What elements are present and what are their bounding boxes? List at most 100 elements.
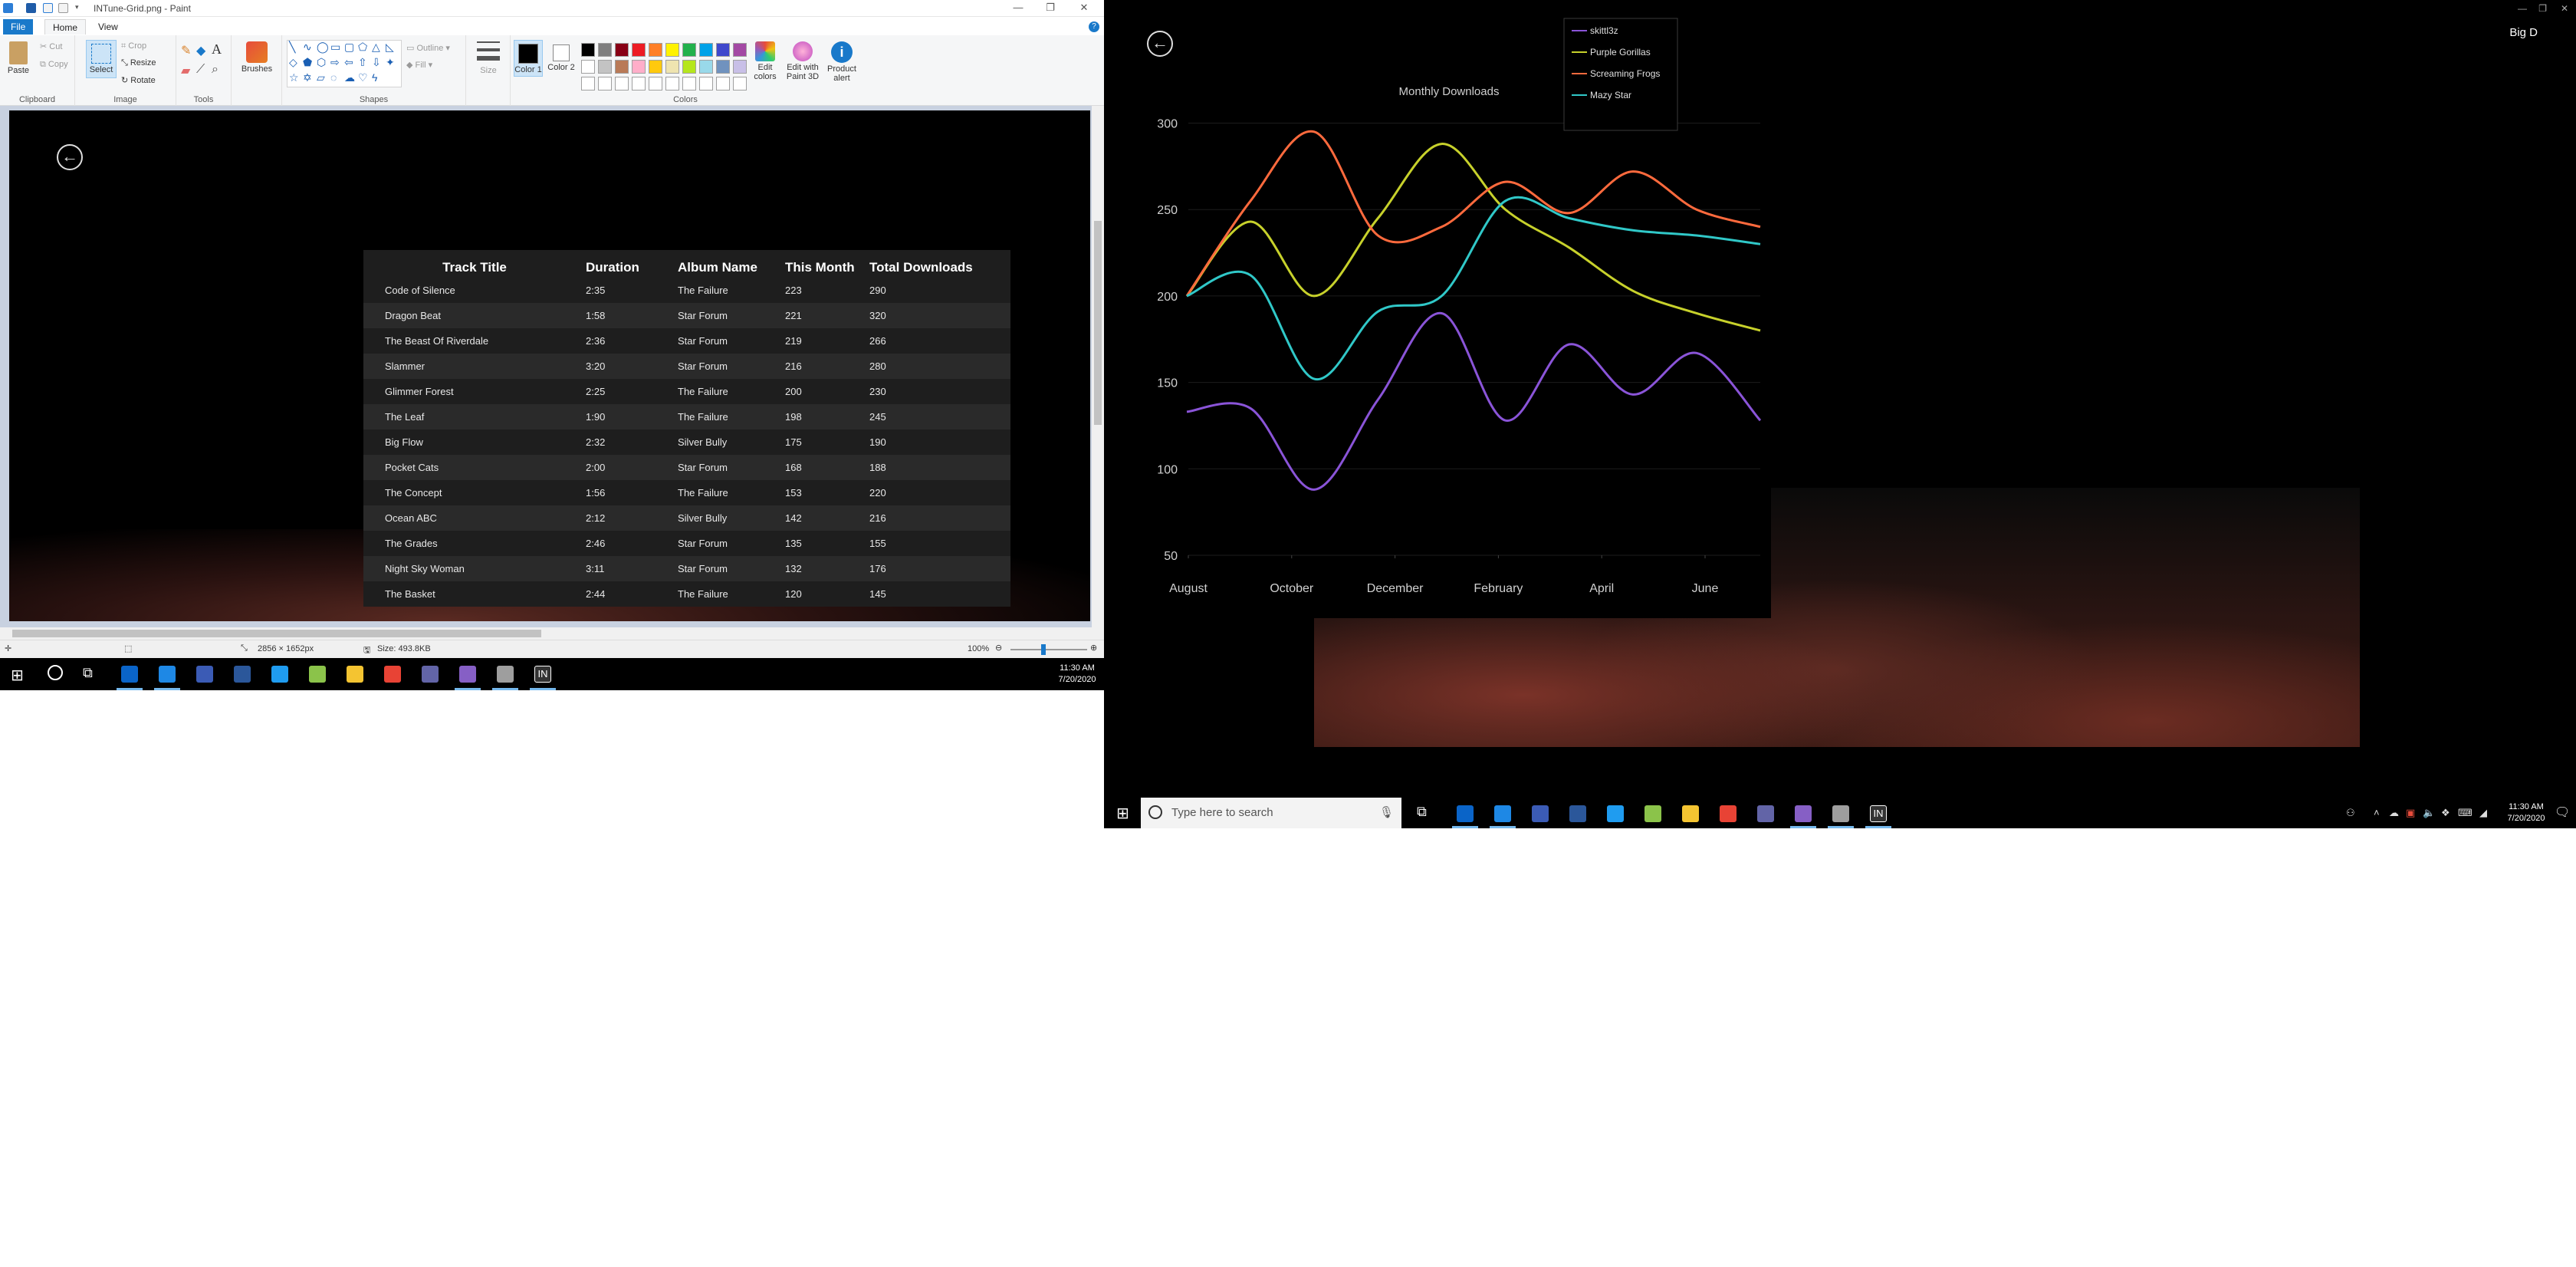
back-arrow-icon[interactable]: ← [1147,31,1173,57]
rotate-button[interactable]: ↻ Rotate [121,75,156,85]
word-icon[interactable] [1569,805,1586,822]
palette-swatch-empty[interactable] [632,77,646,90]
table-row[interactable]: The Concept 1:56 The Failure 153 220 [363,480,1010,505]
palette-swatch[interactable] [581,43,595,57]
edge-icon[interactable] [159,666,176,683]
zoom-out-button[interactable]: ⊖ [995,643,1002,653]
close-button[interactable]: ✕ [1073,1,1095,15]
table-row[interactable]: Pocket Cats 2:00 Star Forum 168 188 [363,455,1010,480]
palette-swatch[interactable] [733,60,747,74]
product-alert-button[interactable]: i Product alert [825,41,859,83]
palette-swatch[interactable] [716,60,730,74]
table-row[interactable]: The Basket 2:44 The Failure 120 145 [363,581,1010,607]
size-button[interactable]: Size [472,41,504,75]
curve-shape-icon[interactable]: ∿ [303,41,312,54]
column-header-total-downloads[interactable]: Total Downloads [869,250,1010,278]
microphone-icon[interactable]: 🎙 [1379,805,1394,819]
fill-button[interactable]: ◆ Fill ▾ [406,60,432,70]
left-arrow-shape-icon[interactable]: ⇦ [344,56,353,69]
paste-button[interactable]: Paste [3,41,34,75]
resize-button[interactable]: ⤡ Resize [121,58,156,68]
chrome-icon[interactable] [384,666,401,683]
chrome-icon[interactable] [1720,805,1737,822]
maximize-button[interactable]: ❐ [1040,1,1061,15]
triangle-shape-icon[interactable]: △ [372,41,380,54]
lightning-shape-icon[interactable]: ϟ [372,71,377,84]
intune-icon[interactable]: IN [1870,805,1887,822]
table-row[interactable]: Slammer 3:20 Star Forum 216 280 [363,354,1010,379]
palette-swatch[interactable] [615,43,629,57]
paint-icon[interactable] [497,666,514,683]
antivirus-icon[interactable]: ▣ [2406,807,2415,819]
column-header-album-name[interactable]: Album Name [678,250,785,278]
teams-icon[interactable] [1757,805,1774,822]
hexagon-shape-icon[interactable]: ⬡ [317,56,326,69]
start-button[interactable]: ⊞ [1116,804,1129,823]
palette-swatch[interactable] [632,60,646,74]
word-icon[interactable] [234,666,251,683]
palette-swatch[interactable] [598,43,612,57]
column-header-track-title[interactable]: Track Title [363,250,586,278]
five-point-star-shape-icon[interactable]: ☆ [289,71,299,84]
notifications-icon[interactable]: 🗨 [2555,805,2570,820]
cortana-icon[interactable] [48,665,63,680]
palette-swatch-empty[interactable] [682,77,696,90]
brushes-button[interactable]: Brushes [236,41,278,74]
column-header-this-month[interactable]: This Month [785,250,869,278]
palette-swatch[interactable] [716,43,730,57]
table-row[interactable]: The Beast Of Riverdale 2:36 Star Forum 219 2… [363,328,1010,354]
palette-swatch[interactable] [665,60,679,74]
six-point-star-shape-icon[interactable]: ✡ [303,71,312,84]
zoom-slider-track[interactable] [1010,649,1087,650]
palette-swatch-empty[interactable] [699,77,713,90]
network-icon[interactable]: ◢ [2479,807,2487,819]
vscode-icon[interactable] [271,666,288,683]
keyboard-icon[interactable]: ⌨ [2458,807,2472,819]
pentagon-shape-icon[interactable]: ⬟ [303,56,312,69]
app-maximize-button[interactable]: ❐ [2538,3,2547,14]
task-view-icon[interactable]: ⧉ [1417,804,1427,820]
table-row[interactable]: Dragon Beat 1:58 Star Forum 221 320 [363,303,1010,328]
down-arrow-shape-icon[interactable]: ⇩ [372,56,381,69]
visual-studio-icon[interactable] [459,666,476,683]
dropbox-icon[interactable]: ❖ [2441,807,2450,819]
rectangle-shape-icon[interactable]: ▭ [330,41,340,54]
shapes-gallery[interactable]: ╲ ∿ ◯ ▭ ▢ ⬠ △ ◺ ◇ ⬟ ⬡ ⇨ ⇦ ⇧ ⇩ ✦ ☆ ✡ ▱ ◌ [287,40,402,87]
palette-swatch[interactable] [632,43,646,57]
right-triangle-shape-icon[interactable]: ◺ [386,41,394,54]
pencil-icon[interactable]: ✎ [181,43,191,58]
copy-button[interactable]: ⧉ Copy [40,60,68,70]
callout-cloud-shape-icon[interactable]: ☁ [344,71,355,84]
text-icon[interactable]: A [212,41,222,58]
show-hidden-icons-icon[interactable]: ˄ [2374,807,2380,818]
horizontal-scrollbar[interactable] [0,627,1092,640]
right-arrow-shape-icon[interactable]: ⇨ [330,56,340,69]
file-explorer-icon[interactable] [1682,805,1699,822]
tab-view[interactable]: View [90,19,126,35]
paint-icon[interactable] [1832,805,1849,822]
save-icon[interactable] [26,3,36,13]
vertical-scrollbar[interactable] [1092,106,1104,627]
vscode-icon[interactable] [1607,805,1624,822]
start-button[interactable]: ⊞ [11,666,24,685]
outline-button[interactable]: ▭ Outline ▾ [406,43,450,53]
oval-shape-icon[interactable]: ◯ [317,41,329,54]
task-view-icon[interactable]: ⧉ [83,665,93,681]
up-arrow-shape-icon[interactable]: ⇧ [358,56,367,69]
customize-quick-access-icon[interactable]: ▾ [75,3,81,13]
heart-shape-icon[interactable]: ♡ [358,71,368,84]
zoom-in-button[interactable]: ⊕ [1090,643,1097,653]
teams-outlook-icon[interactable] [1532,805,1549,822]
teams-outlook-icon[interactable] [196,666,213,683]
column-header-duration[interactable]: Duration [586,250,678,278]
redo-icon[interactable] [58,3,68,13]
back-arrow-icon[interactable]: ← [57,144,83,170]
palette-swatch[interactable] [649,43,662,57]
undo-icon[interactable] [43,3,53,13]
notepad-icon[interactable] [309,666,326,683]
edge-icon[interactable] [1494,805,1511,822]
edit-colors-button[interactable]: Edit colors [750,41,780,81]
palette-swatch-empty[interactable] [649,77,662,90]
palette-swatch[interactable] [598,60,612,74]
color-picker-icon[interactable]: ⟋ [196,63,205,77]
